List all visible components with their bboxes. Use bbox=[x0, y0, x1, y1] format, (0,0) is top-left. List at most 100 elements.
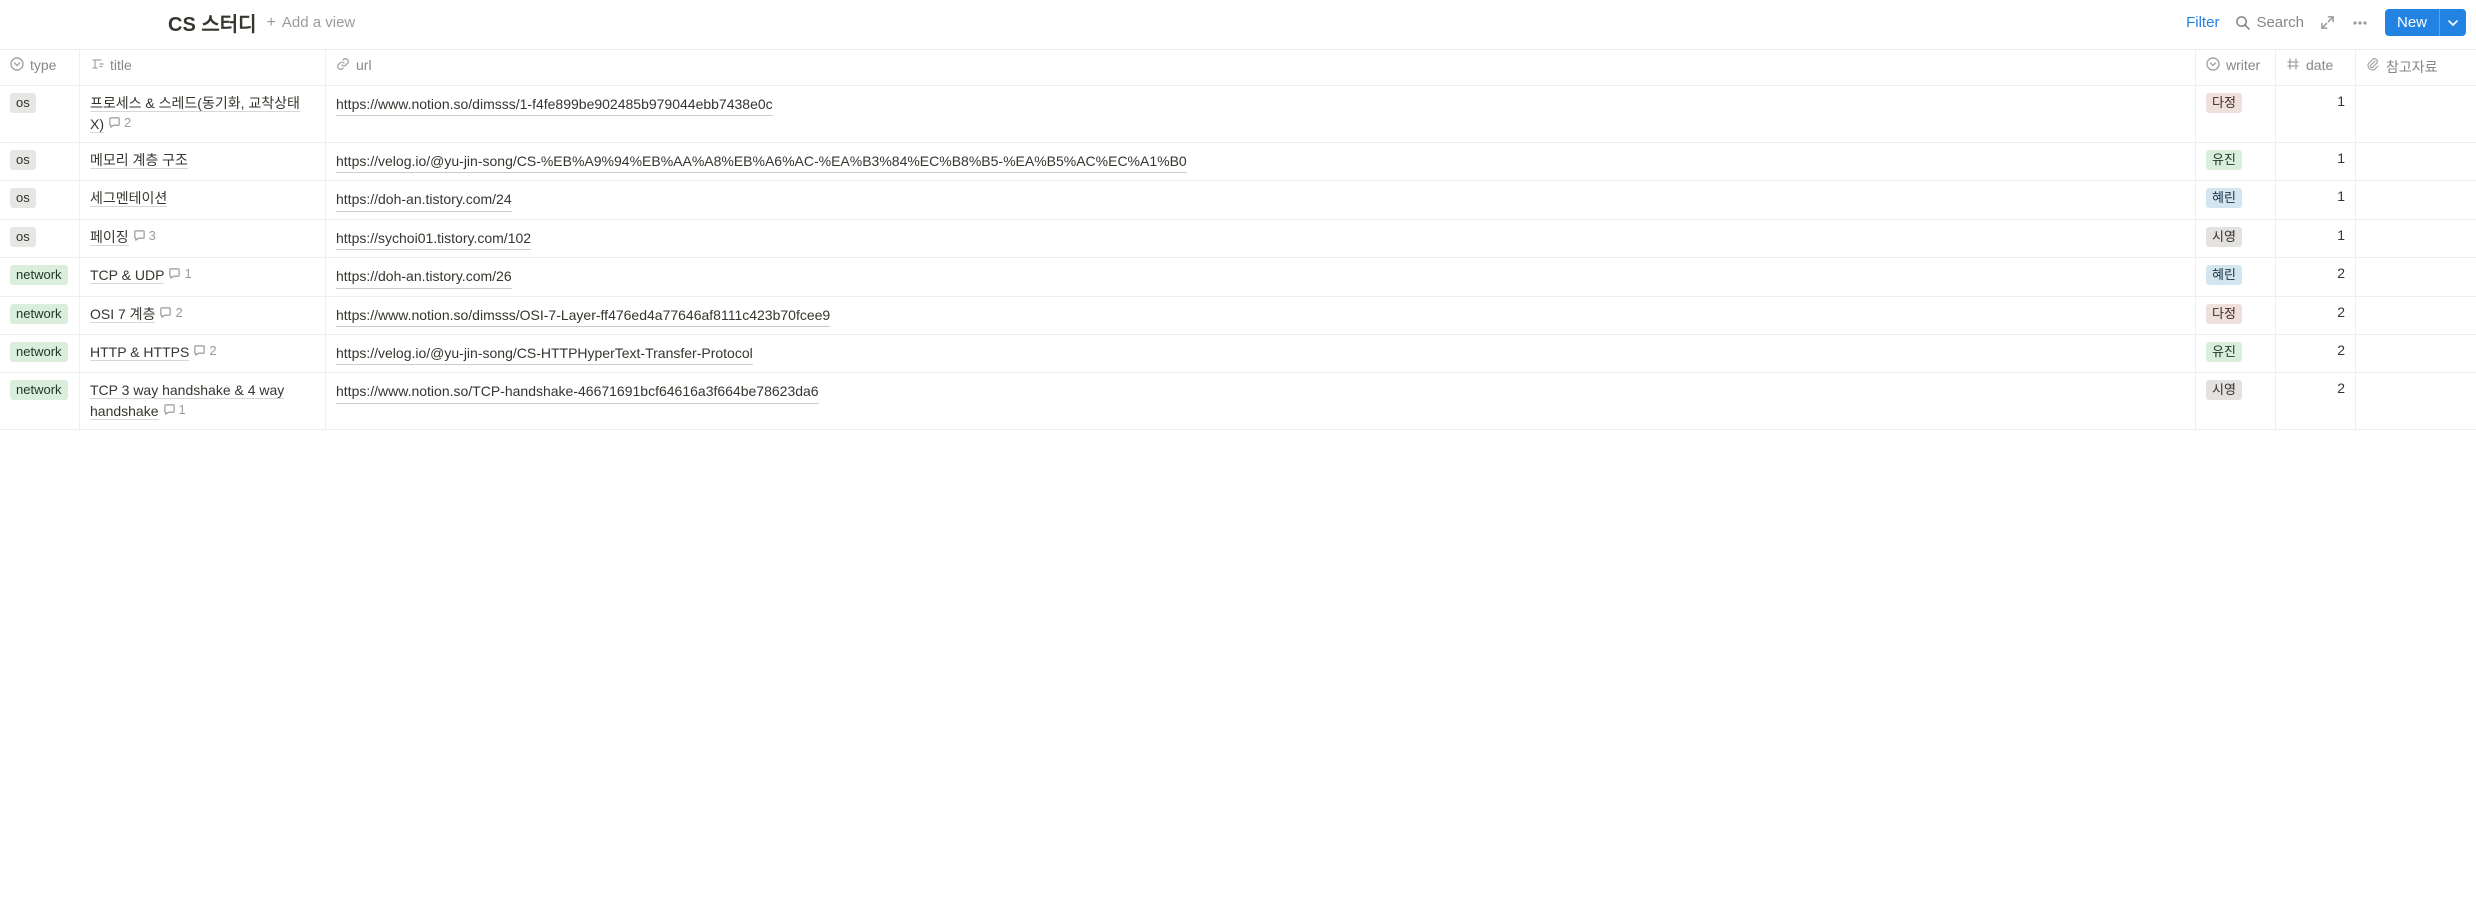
cell-attach[interactable] bbox=[2356, 335, 2476, 372]
writer-tag: 다정 bbox=[2206, 93, 2242, 113]
cell-url[interactable]: https://sychoi01.tistory.com/102 bbox=[326, 220, 2196, 257]
cell-writer[interactable]: 유진 bbox=[2196, 335, 2276, 372]
cell-writer[interactable]: 혜린 bbox=[2196, 181, 2276, 218]
cell-url[interactable]: https://www.notion.so/dimsss/OSI-7-Layer… bbox=[326, 297, 2196, 334]
comment-count[interactable]: 2 bbox=[159, 305, 182, 320]
type-tag: network bbox=[10, 265, 68, 285]
row-title: OSI 7 계층 bbox=[90, 306, 155, 323]
col-header-writer[interactable]: writer bbox=[2196, 50, 2276, 85]
cell-writer[interactable]: 시영 bbox=[2196, 220, 2276, 257]
text-icon bbox=[90, 57, 104, 71]
cell-type[interactable]: network bbox=[0, 258, 80, 295]
cell-title[interactable]: 프로세스 & 스레드(동기화, 교착상태 X)2 bbox=[80, 86, 326, 142]
table-row[interactable]: os프로세스 & 스레드(동기화, 교착상태 X)2https://www.no… bbox=[0, 86, 2476, 143]
cell-title[interactable]: 페이징 3 bbox=[80, 220, 326, 257]
cell-title[interactable]: HTTP & HTTPS2 bbox=[80, 335, 326, 372]
cell-writer[interactable]: 다정 bbox=[2196, 86, 2276, 142]
comment-count[interactable]: 1 bbox=[163, 402, 186, 417]
comment-icon bbox=[133, 229, 146, 242]
more-icon[interactable] bbox=[2351, 14, 2369, 32]
cell-title[interactable]: TCP & UDP 1 bbox=[80, 258, 326, 295]
col-header-type[interactable]: type bbox=[0, 50, 80, 85]
comment-number: 2 bbox=[209, 343, 216, 358]
add-view-button[interactable]: + Add a view bbox=[267, 14, 356, 32]
table-row[interactable]: networkHTTP & HTTPS2https://velog.io/@yu… bbox=[0, 335, 2476, 373]
cell-date[interactable]: 1 bbox=[2276, 220, 2356, 257]
row-title: TCP 3 way handshake & 4 way handshake bbox=[90, 382, 284, 420]
cell-attach[interactable] bbox=[2356, 86, 2476, 142]
comment-count[interactable]: 2 bbox=[193, 343, 216, 358]
table-row[interactable]: os 메모리 계층 구조https://velog.io/@yu-jin-song… bbox=[0, 143, 2476, 181]
type-tag: os bbox=[10, 150, 36, 170]
cell-date[interactable]: 1 bbox=[2276, 86, 2356, 142]
new-button[interactable]: New bbox=[2385, 9, 2466, 36]
cell-date[interactable]: 1 bbox=[2276, 143, 2356, 180]
cell-type[interactable]: os bbox=[0, 143, 80, 180]
comment-count[interactable]: 3 bbox=[133, 228, 156, 243]
number-icon bbox=[2286, 57, 2300, 71]
cell-type[interactable]: network bbox=[0, 297, 80, 334]
link-icon bbox=[336, 57, 350, 71]
page-title[interactable]: CS 스터디 bbox=[168, 8, 257, 37]
cell-attach[interactable] bbox=[2356, 143, 2476, 180]
table-row[interactable]: networkTCP 3 way handshake & 4 way hands… bbox=[0, 373, 2476, 430]
col-header-date[interactable]: date bbox=[2276, 50, 2356, 85]
comment-number: 2 bbox=[124, 115, 131, 130]
cell-attach[interactable] bbox=[2356, 258, 2476, 295]
cell-url[interactable]: https://doh-an.tistory.com/26 bbox=[326, 258, 2196, 295]
cell-url[interactable]: https://www.notion.so/dimsss/1-f4fe899be… bbox=[326, 86, 2196, 142]
cell-url[interactable]: https://www.notion.so/TCP-handshake-4667… bbox=[326, 373, 2196, 429]
cell-type[interactable]: os bbox=[0, 86, 80, 142]
cell-url[interactable]: https://doh-an.tistory.com/24 bbox=[326, 181, 2196, 218]
cell-writer[interactable]: 유진 bbox=[2196, 143, 2276, 180]
cell-type[interactable]: os bbox=[0, 181, 80, 218]
cell-attach[interactable] bbox=[2356, 297, 2476, 334]
comment-icon bbox=[108, 116, 121, 129]
cell-attach[interactable] bbox=[2356, 220, 2476, 257]
table-row[interactable]: network TCP & UDP 1 https://doh-an.tistory.… bbox=[0, 258, 2476, 296]
cell-date[interactable]: 2 bbox=[2276, 258, 2356, 295]
expand-icon[interactable] bbox=[2320, 15, 2335, 30]
col-header-attach[interactable]: 참고자료 bbox=[2356, 50, 2476, 85]
cell-title[interactable]: OSI 7 계층 2 bbox=[80, 297, 326, 334]
col-header-url[interactable]: url bbox=[326, 50, 2196, 85]
table-row[interactable]: os 페이징 3 https://sychoi01.tistory.com/102시영… bbox=[0, 220, 2476, 258]
cell-title[interactable]: TCP 3 way handshake & 4 way handshake1 bbox=[80, 373, 326, 429]
new-button-label: New bbox=[2385, 9, 2439, 36]
row-title: 페이징 bbox=[90, 229, 129, 246]
cell-writer[interactable]: 혜린 bbox=[2196, 258, 2276, 295]
cell-date[interactable]: 2 bbox=[2276, 297, 2356, 334]
row-url: https://www.notion.so/dimsss/OSI-7-Layer… bbox=[336, 304, 830, 327]
writer-tag: 혜린 bbox=[2206, 265, 2242, 285]
comment-number: 1 bbox=[179, 402, 186, 417]
row-title: TCP & UDP bbox=[90, 267, 164, 284]
filter-button[interactable]: Filter bbox=[2186, 14, 2219, 31]
cell-type[interactable]: os bbox=[0, 220, 80, 257]
search-icon bbox=[2235, 15, 2250, 30]
col-header-date-label: date bbox=[2306, 57, 2333, 73]
search-button[interactable]: Search bbox=[2235, 14, 2304, 31]
cell-date[interactable]: 2 bbox=[2276, 373, 2356, 429]
cell-title[interactable]: 메모리 계층 구조 bbox=[80, 143, 326, 180]
cell-writer[interactable]: 시영 bbox=[2196, 373, 2276, 429]
col-header-attach-label: 참고자료 bbox=[2386, 57, 2438, 77]
comment-count[interactable]: 1 bbox=[168, 266, 191, 281]
cell-url[interactable]: https://velog.io/@yu-jin-song/CS-%EB%A9%… bbox=[326, 143, 2196, 180]
table-row[interactable]: os세그멘테이션https://doh-an.tistory.com/24혜린1 bbox=[0, 181, 2476, 219]
col-header-writer-label: writer bbox=[2226, 57, 2260, 73]
table-row[interactable]: network OSI 7 계층 2 https://www.notion.so/di… bbox=[0, 297, 2476, 335]
cell-writer[interactable]: 다정 bbox=[2196, 297, 2276, 334]
cell-date[interactable]: 2 bbox=[2276, 335, 2356, 372]
row-url: https://www.notion.so/TCP-handshake-4667… bbox=[336, 380, 819, 403]
comment-count[interactable]: 2 bbox=[108, 115, 131, 130]
cell-url[interactable]: https://velog.io/@yu-jin-song/CS-HTTPHyp… bbox=[326, 335, 2196, 372]
cell-type[interactable]: network bbox=[0, 335, 80, 372]
select-icon bbox=[10, 57, 24, 71]
cell-attach[interactable] bbox=[2356, 373, 2476, 429]
cell-title[interactable]: 세그멘테이션 bbox=[80, 181, 326, 218]
new-button-dropdown[interactable] bbox=[2439, 9, 2466, 36]
cell-attach[interactable] bbox=[2356, 181, 2476, 218]
cell-type[interactable]: network bbox=[0, 373, 80, 429]
col-header-title[interactable]: title bbox=[80, 50, 326, 85]
cell-date[interactable]: 1 bbox=[2276, 181, 2356, 218]
